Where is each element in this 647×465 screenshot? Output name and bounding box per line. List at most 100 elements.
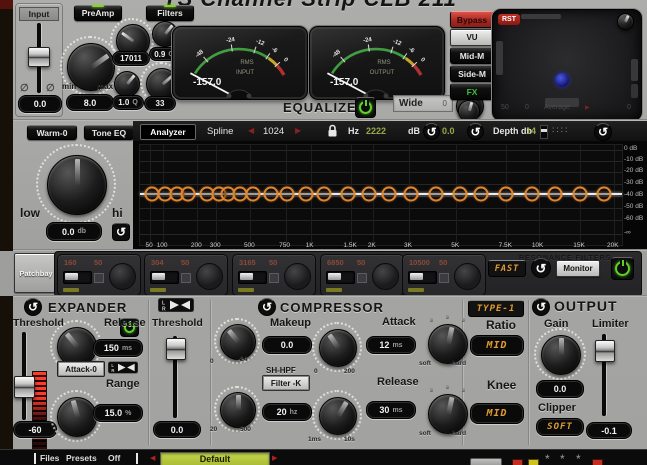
filter-q2-knob[interactable] bbox=[114, 71, 140, 97]
gain-reset-icon[interactable]: ↺ bbox=[423, 123, 440, 140]
module-knob[interactable] bbox=[284, 263, 311, 290]
gain-value[interactable]: 0.0 bbox=[536, 380, 584, 398]
eq-band-node[interactable] bbox=[316, 186, 332, 202]
gain-knob[interactable] bbox=[541, 335, 581, 375]
hz-value[interactable]: 2222 bbox=[366, 126, 386, 136]
preset-prev-icon[interactable]: ◀ bbox=[150, 454, 155, 462]
module-knob[interactable] bbox=[454, 263, 481, 290]
fft-prev-icon[interactable]: ◀ bbox=[248, 126, 254, 135]
resonance-power-button[interactable] bbox=[611, 257, 634, 280]
phase-left-icon[interactable]: ∅ bbox=[20, 83, 29, 94]
expander-attack-mode-button[interactable]: Attack-0 bbox=[57, 361, 105, 377]
module-mode-icon[interactable] bbox=[357, 273, 367, 283]
patchbay-button[interactable]: Patchbay bbox=[14, 253, 58, 293]
tone-reset-icon[interactable]: ↺ bbox=[112, 223, 130, 241]
files-button[interactable]: Files bbox=[40, 453, 59, 463]
eq-band-node[interactable] bbox=[498, 186, 514, 202]
eq-band-node[interactable] bbox=[340, 186, 356, 202]
footer-button[interactable] bbox=[470, 458, 502, 465]
limiter-value[interactable]: -0.1 bbox=[586, 422, 632, 439]
eq-band-node[interactable] bbox=[572, 186, 588, 202]
comp-hpf-knob[interactable] bbox=[220, 392, 256, 428]
scope-left-handle[interactable] bbox=[496, 41, 503, 75]
expander-link-icon[interactable]: L R bbox=[108, 361, 138, 374]
module-knob[interactable] bbox=[109, 263, 136, 290]
fft-size-value[interactable]: 1024 bbox=[263, 126, 284, 137]
preamp-value[interactable]: 8.0 bbox=[66, 94, 114, 111]
expander-release-value[interactable]: 150 ms bbox=[93, 339, 143, 357]
eq-band-node[interactable] bbox=[381, 186, 397, 202]
depth-mini-slider[interactable] bbox=[540, 125, 548, 139]
analyzer-button[interactable]: Analyzer bbox=[140, 124, 196, 140]
preset-display[interactable]: Default bbox=[160, 452, 270, 465]
eq-band-node[interactable] bbox=[279, 186, 295, 202]
scope-right-handle[interactable] bbox=[631, 59, 638, 81]
phase-right-icon[interactable]: ∅ bbox=[46, 83, 55, 94]
compressor-reset-icon[interactable]: ↺ bbox=[258, 298, 276, 316]
module-mode-icon[interactable] bbox=[94, 273, 104, 283]
fx-button[interactable]: FX bbox=[450, 83, 494, 100]
filter-k-button[interactable]: Filter -K bbox=[262, 375, 310, 391]
compressor-threshold-value[interactable]: 0.0 bbox=[153, 421, 201, 438]
clipper-button[interactable]: SOFT bbox=[536, 418, 584, 436]
knee-knob[interactable] bbox=[428, 394, 468, 434]
scope-right-handle2[interactable] bbox=[631, 84, 638, 98]
tone-eq-button[interactable]: Tone EQ bbox=[84, 125, 134, 140]
comp-attack-value[interactable]: 12 ms bbox=[366, 336, 416, 354]
comp-attack-knob[interactable] bbox=[319, 329, 357, 367]
eq-band-node[interactable] bbox=[245, 186, 261, 202]
fast-button[interactable]: FAST bbox=[488, 260, 526, 277]
depth-value[interactable]: 14 bbox=[526, 126, 536, 136]
knee-value[interactable]: MID bbox=[470, 403, 524, 424]
comp-mix-knob[interactable] bbox=[220, 324, 256, 360]
mid-mute-button[interactable]: Mid-M bbox=[450, 47, 494, 64]
eq-band-node[interactable] bbox=[428, 186, 444, 202]
type-button[interactable]: TYPE-1 bbox=[468, 300, 524, 317]
limiter-fader-handle[interactable] bbox=[595, 340, 615, 362]
filter-freq-value[interactable]: 17011 bbox=[112, 51, 150, 66]
grid-dots-icon[interactable]: ∶∶∶∶ bbox=[552, 125, 569, 136]
preset-next-icon[interactable]: ▶ bbox=[272, 454, 277, 462]
module-slider[interactable] bbox=[238, 271, 267, 284]
lock-icon[interactable] bbox=[327, 124, 338, 138]
module-slider[interactable] bbox=[408, 271, 437, 284]
ratio-value[interactable]: MID bbox=[470, 335, 524, 356]
expander-range-value[interactable]: 15.0% bbox=[93, 404, 143, 422]
comp-release-value[interactable]: 30 ms bbox=[366, 401, 416, 419]
fft-next-icon[interactable]: ▶ bbox=[295, 126, 301, 135]
resonance-reset-icon[interactable]: ↺ bbox=[531, 258, 551, 278]
eq-band-node[interactable] bbox=[596, 186, 612, 202]
ratio-knob[interactable] bbox=[428, 324, 468, 364]
module-slider[interactable] bbox=[150, 271, 179, 284]
scope-top-handle[interactable] bbox=[521, 14, 561, 19]
scope-knob[interactable] bbox=[617, 13, 634, 30]
tone-value[interactable]: 0.0 db bbox=[46, 222, 102, 241]
db-value[interactable]: 0.0 bbox=[442, 126, 455, 136]
comp-release-knob[interactable] bbox=[319, 397, 357, 435]
output-reset-icon[interactable]: ↺ bbox=[532, 298, 550, 316]
eq-band-node[interactable] bbox=[547, 186, 563, 202]
input-fader-handle[interactable] bbox=[28, 47, 50, 67]
eq-band-node[interactable] bbox=[180, 186, 196, 202]
eq-band-node[interactable] bbox=[263, 186, 279, 202]
module-slider-handle[interactable] bbox=[240, 273, 253, 280]
filter-q2-value[interactable]: 1.0 Q bbox=[112, 95, 144, 110]
filter-slope-value[interactable]: 33 bbox=[144, 96, 176, 111]
eq-band-node[interactable] bbox=[403, 186, 419, 202]
makeup-value[interactable]: 0.0 bbox=[262, 336, 312, 354]
stereo-link-icon[interactable]: L R bbox=[158, 298, 194, 312]
module-knob[interactable] bbox=[196, 263, 223, 290]
module-slider-handle[interactable] bbox=[152, 273, 165, 280]
input-value[interactable]: 0.0 bbox=[18, 95, 62, 113]
monitor-button[interactable]: Monitor bbox=[556, 260, 600, 277]
off-button[interactable]: Off bbox=[108, 453, 120, 463]
expander-reset-icon[interactable]: ↺ bbox=[24, 298, 42, 316]
module-mode-icon[interactable] bbox=[439, 273, 449, 283]
presets-button[interactable]: Presets bbox=[66, 453, 97, 463]
module-slider-handle[interactable] bbox=[410, 273, 423, 280]
module-slider[interactable] bbox=[63, 271, 92, 284]
hpf-value[interactable]: 20 hz bbox=[262, 403, 312, 421]
eq-reset-icon[interactable]: ↺ bbox=[594, 123, 612, 141]
scope-reset-button[interactable]: RST bbox=[498, 14, 520, 25]
q-reset-icon[interactable]: ↺ bbox=[467, 123, 484, 140]
